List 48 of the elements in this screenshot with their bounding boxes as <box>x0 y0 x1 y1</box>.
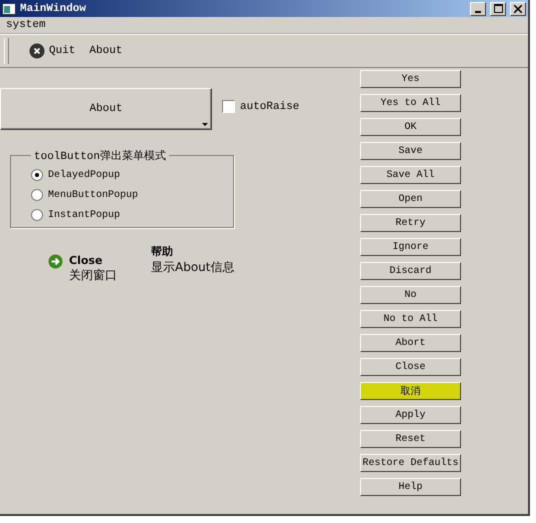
dropdown-arrow-icon <box>202 123 208 126</box>
link-title: Close <box>69 254 104 267</box>
command-link[interactable]: Close 关闭窗口 <box>48 254 117 284</box>
checkbox[interactable] <box>222 100 235 113</box>
menu-item[interactable]: system <box>6 19 46 31</box>
link-description: 显示About信息 <box>151 259 234 276</box>
link-description: 关闭窗口 <box>69 267 117 284</box>
radio-dot-icon <box>35 173 39 177</box>
dialog-button[interactable]: 取消 <box>360 382 461 400</box>
dialog-button[interactable]: OK <box>360 118 461 136</box>
checkbox-label: autoRaise <box>240 100 300 112</box>
dialog-button[interactable]: Close <box>360 358 461 376</box>
dialog-button[interactable]: Yes <box>360 70 461 88</box>
dialog-button[interactable]: Save All <box>360 166 461 184</box>
minimize-button[interactable] <box>470 2 486 16</box>
group-title: toolButton弹出菜单模式 <box>33 149 168 163</box>
maximize-button[interactable] <box>490 2 506 16</box>
minimize-icon <box>475 10 481 12</box>
toolbar-button[interactable]: Quit <box>29 43 82 59</box>
close-icon <box>514 4 522 12</box>
dialog-button[interactable]: Yes to All <box>360 94 461 112</box>
radio-button[interactable] <box>31 189 43 201</box>
command-link[interactable]: 帮助 显示About信息 <box>151 244 234 284</box>
dialog-button[interactable]: Reset <box>360 430 461 448</box>
dialog-button[interactable]: No <box>360 286 461 304</box>
radio-label: MenuButtonPopup <box>48 190 138 200</box>
radio-button[interactable] <box>31 209 43 221</box>
dialog-button[interactable]: No to All <box>360 310 461 328</box>
radio-label: DelayedPopup <box>48 170 120 180</box>
dialog-button[interactable]: Open <box>360 190 461 208</box>
close-button[interactable] <box>510 2 526 16</box>
toolbar-button[interactable]: About <box>89 45 128 57</box>
link-title: 帮助 <box>151 244 174 259</box>
dialog-button[interactable]: Ignore <box>360 238 461 256</box>
maximize-icon <box>494 4 502 13</box>
window-title: MainWindow <box>20 2 88 14</box>
dialog-button[interactable]: Discard <box>360 262 461 280</box>
dialog-button[interactable]: Restore Defaults <box>360 454 461 472</box>
radio-label: InstantPopup <box>48 210 120 220</box>
radio-button[interactable] <box>31 169 43 181</box>
dialog-button[interactable]: Help <box>360 478 461 496</box>
dialog-button[interactable]: Save <box>360 142 461 160</box>
close-icon <box>29 43 45 59</box>
dialog-button[interactable]: Abort <box>360 334 461 352</box>
app-icon <box>2 2 16 14</box>
dialog-button[interactable]: Apply <box>360 406 461 424</box>
dialog-button[interactable]: Retry <box>360 214 461 232</box>
tool-button[interactable]: About <box>0 88 212 130</box>
